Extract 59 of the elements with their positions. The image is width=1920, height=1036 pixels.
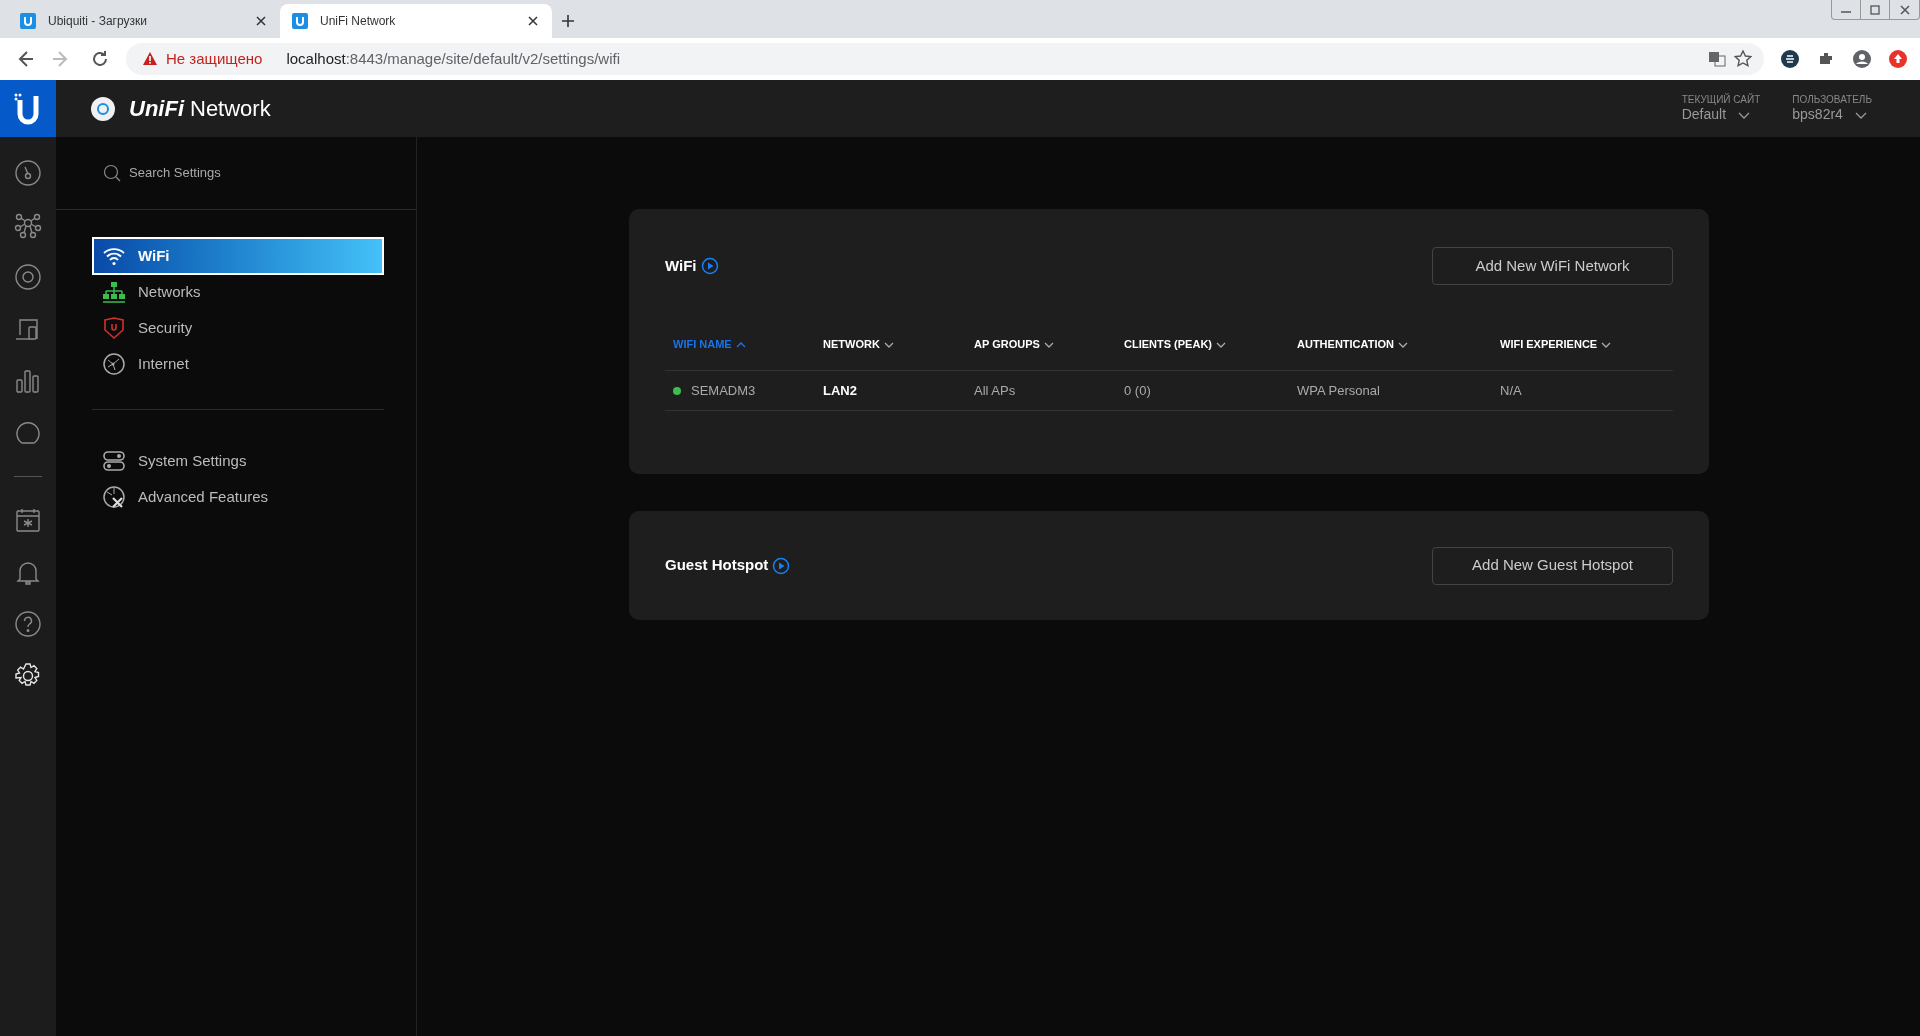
play-icon[interactable] — [700, 257, 719, 275]
device-logo-icon — [91, 96, 115, 121]
settings-nav-item[interactable]: Networks — [92, 273, 384, 311]
dashboard-icon[interactable] — [14, 159, 42, 187]
close-icon[interactable] — [526, 14, 540, 28]
site-selector[interactable]: ТЕКУЩИЙ САЙТ Default — [1681, 93, 1761, 124]
browser-tab[interactable]: Ubiquiti - Загрузки — [8, 4, 280, 38]
settings-nav-item[interactable]: System Settings — [92, 442, 384, 480]
settings-nav-item[interactable]: WiFi — [92, 237, 384, 275]
system-icon — [102, 449, 126, 473]
search-icon — [103, 164, 121, 182]
internet-icon — [102, 352, 126, 376]
user-menu[interactable]: ПОЛЬЗОВАТЕЛЬ bps82r4 — [1792, 93, 1872, 124]
add-guest-hotspot-button[interactable]: Add New Guest Hotspot — [1432, 546, 1673, 585]
networks-icon — [102, 280, 126, 304]
translate-icon[interactable] — [1708, 50, 1726, 68]
statistics-icon[interactable] — [14, 367, 42, 395]
favicon-icon — [20, 13, 36, 29]
settings-nav-item[interactable]: Security — [92, 309, 384, 347]
app-logo-icon[interactable] — [0, 80, 56, 137]
url-text: localhost:8443/manage/site/default/v2/settings/wifi — [286, 48, 620, 69]
column-header[interactable]: CLIENTS (PEAK) — [1116, 336, 1289, 353]
play-icon[interactable] — [772, 556, 791, 575]
restore-icon[interactable] — [1867, 2, 1883, 17]
table-cell-text: SEMADM3 — [691, 381, 756, 400]
column-header[interactable]: AP GROUPS — [966, 336, 1116, 353]
search-field[interactable]: Search Settings — [129, 163, 329, 183]
table-cell-text: 0 (0) — [1124, 381, 1151, 400]
add-wifi-button[interactable]: Add New WiFi Network — [1432, 247, 1673, 285]
events-icon[interactable] — [14, 506, 42, 534]
address-bar[interactable]: Не защищено localhost:8443/manage/site/default/v2/settings/wifi — [126, 43, 1764, 75]
section-title: Guest Hotspot — [665, 555, 769, 576]
settings-nav-item[interactable]: Internet — [92, 345, 384, 383]
help-icon[interactable] — [14, 610, 42, 638]
table-cell-text: N/A — [1500, 381, 1522, 400]
browser-tab[interactable]: UniFi Network — [280, 4, 552, 38]
table-cell-text: All APs — [974, 381, 1016, 400]
warning-icon — [142, 51, 158, 67]
app-title: UniFi Network — [129, 95, 271, 123]
tab-title: UniFi Network — [320, 13, 397, 30]
section-title: WiFi — [665, 255, 697, 276]
security-warning: Не защищено — [166, 48, 263, 69]
star-icon[interactable] — [1734, 50, 1752, 68]
close-icon[interactable] — [254, 14, 268, 28]
new-tab-icon[interactable] — [560, 13, 576, 29]
topology-icon[interactable] — [14, 211, 42, 239]
table-cell-text: LAN2 — [823, 381, 857, 400]
column-header[interactable]: AUTHENTICATION — [1289, 336, 1492, 353]
column-header[interactable]: WIFI NAME — [665, 336, 815, 353]
security-icon — [102, 316, 126, 340]
profile-icon[interactable] — [1852, 49, 1872, 69]
table-cell-text: WPA Personal — [1297, 381, 1380, 400]
advanced-icon — [102, 485, 126, 509]
column-header[interactable]: NETWORK — [815, 336, 966, 353]
settings-nav-item[interactable]: Advanced Features — [92, 478, 384, 516]
update-icon[interactable] — [1888, 49, 1908, 69]
column-header[interactable]: WIFI EXPERIENCE — [1492, 336, 1673, 353]
favicon-icon — [292, 13, 308, 29]
tab-title: Ubiquiti - Загрузки — [48, 13, 148, 30]
